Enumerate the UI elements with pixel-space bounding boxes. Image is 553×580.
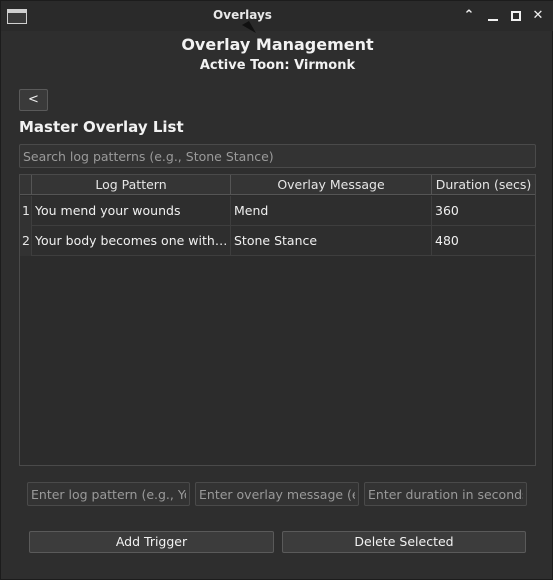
row-index[interactable]: 1 [20, 196, 32, 226]
back-button[interactable]: < [19, 89, 48, 111]
window-title: Overlays [213, 8, 272, 22]
minimize-button[interactable] [485, 7, 501, 25]
close-button[interactable]: ✕ [530, 7, 546, 25]
section-title: Master Overlay List [19, 118, 184, 136]
column-header-overlay-message[interactable]: Overlay Message [231, 175, 432, 195]
table-corner[interactable] [20, 175, 32, 195]
column-header-duration[interactable]: Duration (secs) [432, 175, 535, 195]
title-bar[interactable]: Overlays ⌃ ✕ [1, 1, 553, 31]
cell-duration[interactable]: 360 [432, 196, 535, 226]
row-index[interactable]: 2 [20, 226, 32, 256]
table-row[interactable]: 1 You mend your wounds Mend 360 [20, 196, 535, 226]
cell-overlay-message[interactable]: Mend [231, 196, 432, 226]
cell-duration[interactable]: 480 [432, 226, 535, 256]
active-toon-label: Active Toon: Virmonk [199, 58, 356, 73]
search-input[interactable] [19, 144, 536, 168]
overlay-message-input[interactable] [195, 482, 359, 506]
column-header-log-pattern[interactable]: Log Pattern [32, 175, 231, 195]
overlay-table[interactable]: Log Pattern Overlay Message Duration (se… [19, 174, 536, 466]
overlays-window: Overlays ⌃ ✕ Overlay Management Active T… [0, 0, 553, 580]
table-header: Log Pattern Overlay Message Duration (se… [20, 175, 535, 195]
cell-overlay-message[interactable]: Stone Stance [231, 226, 432, 256]
maximize-icon [511, 11, 521, 21]
duration-input[interactable] [364, 482, 527, 506]
minimize-icon [488, 19, 498, 21]
cell-log-pattern[interactable]: You mend your wounds [32, 196, 231, 226]
add-trigger-button[interactable]: Add Trigger [29, 531, 274, 553]
cell-log-pattern[interactable]: Your body becomes one with the... [32, 226, 231, 256]
page-title: Overlay Management [181, 35, 374, 54]
table-row[interactable]: 2 Your body becomes one with the... Ston… [20, 226, 535, 256]
chevron-up-icon[interactable]: ⌃ [461, 7, 477, 25]
log-pattern-input[interactable] [27, 482, 190, 506]
delete-selected-button[interactable]: Delete Selected [282, 531, 526, 553]
maximize-button[interactable] [508, 7, 524, 25]
